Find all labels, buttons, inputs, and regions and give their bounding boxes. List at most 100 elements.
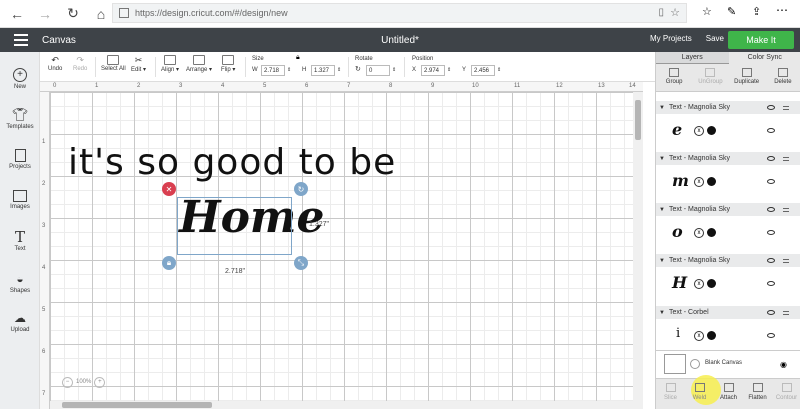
sidebar-item-text[interactable]: T Text — [0, 230, 40, 253]
visibility-eye-icon[interactable] — [767, 207, 775, 212]
forward-icon[interactable]: → — [34, 3, 56, 25]
rotate-field[interactable]: 0 — [366, 65, 390, 76]
color-swatch-icon — [707, 279, 716, 288]
layer-group-header[interactable]: ▼ Text - Corbel — [656, 306, 800, 319]
layer-options-icon[interactable] — [783, 208, 789, 212]
refresh-icon[interactable]: ↻ — [62, 3, 84, 25]
flatten-button[interactable]: Flatten — [743, 379, 772, 409]
weld-button[interactable]: Weld — [685, 375, 721, 409]
canvas-color-swatch[interactable] — [664, 354, 686, 374]
attach-button[interactable]: Attach — [714, 379, 743, 409]
delete-handle-icon[interactable]: ✕ — [162, 182, 176, 196]
canvas-color-ring-icon[interactable] — [690, 359, 700, 369]
layer-row[interactable]: i x — [656, 320, 800, 350]
x-stepper-icon[interactable]: ⇕ — [447, 67, 451, 73]
flip-menu-button[interactable]: Flip ▾ — [221, 55, 235, 73]
design-canvas[interactable]: 0 1 2 3 4 5 6 7 8 9 10 11 12 13 14 1 2 3… — [40, 82, 643, 409]
visibility-eye-icon[interactable] — [767, 128, 775, 133]
reading-view-icon[interactable]: ▯ — [658, 7, 664, 18]
layer-row[interactable]: H x — [656, 268, 800, 298]
save-link[interactable]: Save — [706, 34, 724, 43]
canvas-grid[interactable] — [50, 92, 643, 409]
layer-group-header[interactable]: ▼ Text - Magnolia Sky — [656, 101, 800, 114]
layer-row[interactable]: o x — [656, 217, 800, 247]
sidebar-item-images[interactable]: Images — [0, 190, 40, 210]
height-stepper-icon[interactable]: ⇕ — [337, 67, 341, 73]
menu-hamburger-icon[interactable] — [14, 34, 34, 46]
layer-options-icon[interactable] — [783, 157, 789, 161]
notes-pen-icon[interactable]: ✎ — [727, 5, 736, 18]
layer-options-icon[interactable] — [783, 106, 789, 110]
layer-group-header[interactable]: ▼ Text - Magnolia Sky — [656, 152, 800, 165]
back-icon[interactable]: ← — [6, 3, 28, 25]
visibility-eye-icon[interactable] — [767, 179, 775, 184]
address-bar[interactable]: https://design.cricut.com/#/design/new ▯… — [112, 3, 687, 23]
my-projects-link[interactable]: My Projects — [650, 34, 692, 43]
select-all-button[interactable]: Select All — [101, 55, 126, 72]
layer-options-icon[interactable] — [783, 259, 789, 263]
rotate-handle-icon[interactable]: ↻ — [294, 182, 308, 196]
width-stepper-icon[interactable]: ⇕ — [287, 67, 291, 73]
visibility-eye-icon[interactable] — [767, 230, 775, 235]
tab-layers[interactable]: Layers — [656, 52, 729, 64]
height-field[interactable]: 1.327 — [311, 65, 335, 76]
width-field[interactable]: 2.718 — [261, 65, 285, 76]
layer-actions: Group UnGroup Duplicate Delete — [656, 64, 800, 92]
make-it-button[interactable]: Make It — [728, 31, 794, 49]
blank-canvas-row[interactable]: Blank Canvas ◉ — [656, 350, 800, 378]
home-icon[interactable]: ⌂ — [90, 3, 112, 25]
zoom-out-icon[interactable]: − — [62, 376, 73, 388]
slice-button[interactable]: Slice — [656, 379, 685, 409]
visibility-eye-icon[interactable] — [767, 105, 775, 110]
y-position-field[interactable]: 2.456 — [471, 65, 495, 76]
layer-row[interactable]: e x — [656, 115, 800, 145]
canvas-text-line[interactable]: it's so good to be — [68, 142, 396, 183]
visibility-eye-icon[interactable] — [767, 281, 775, 286]
group-button[interactable]: Group — [656, 64, 692, 91]
layer-glyph: i — [676, 326, 681, 341]
plus-circle-icon: + — [13, 68, 27, 82]
align-menu-button[interactable]: Align ▾ — [161, 55, 179, 73]
layer-options-icon[interactable] — [783, 311, 789, 315]
vertical-scrollbar[interactable] — [633, 92, 643, 409]
sidebar-item-new[interactable]: + New — [0, 68, 40, 90]
redo-button[interactable]: ↷ Redo — [73, 55, 87, 72]
visibility-eye-icon[interactable] — [767, 156, 775, 161]
layer-group-header[interactable]: ▼ Text - Magnolia Sky — [656, 203, 800, 216]
y-stepper-icon[interactable]: ⇕ — [497, 67, 501, 73]
more-icon[interactable]: ⋯ — [776, 3, 788, 17]
shapes-icon: ◒ — [16, 272, 24, 286]
ruler-vertical: 1 2 3 4 5 6 7 — [40, 92, 50, 409]
sidebar-item-shapes[interactable]: ◒ Shapes — [0, 272, 40, 294]
rotate-stepper-icon[interactable]: ⇕ — [392, 67, 396, 73]
arrange-menu-button[interactable]: Arrange ▾ — [186, 55, 212, 73]
ungroup-button[interactable]: UnGroup — [692, 64, 728, 91]
visibility-eye-icon[interactable] — [767, 333, 775, 338]
sidebar-item-upload[interactable]: ☁ Upload — [0, 311, 40, 333]
tab-color-sync[interactable]: Color Sync — [728, 52, 800, 64]
duplicate-button[interactable]: Duplicate — [729, 64, 765, 91]
flatten-icon — [752, 383, 763, 392]
visibility-eye-icon[interactable] — [767, 258, 775, 263]
visibility-eye-icon[interactable] — [767, 310, 775, 315]
edit-menu-button[interactable]: ✂ Edit ▾ — [131, 55, 146, 73]
hidden-eye-icon[interactable]: ◉ — [780, 360, 787, 369]
horizontal-scrollbar[interactable] — [50, 401, 633, 409]
size-label: Size — [252, 56, 264, 62]
layer-row[interactable]: m x — [656, 166, 800, 196]
lock-proportions-icon[interactable]: 🔒︎ — [296, 54, 300, 62]
undo-button[interactable]: ↶ Undo — [48, 55, 62, 72]
sidebar-item-projects[interactable]: Projects — [0, 149, 40, 170]
x-position-field[interactable]: 2.974 — [421, 65, 445, 76]
resize-handle-icon[interactable]: ⤡ — [294, 256, 308, 270]
favorites-icon[interactable]: ☆ — [702, 5, 712, 18]
contour-button[interactable]: Contour — [772, 379, 800, 409]
lock-handle-icon[interactable]: 🔒︎ — [162, 256, 176, 270]
layer-group-header[interactable]: ▼ Text - Magnolia Sky — [656, 254, 800, 267]
share-icon[interactable]: ⇪ — [752, 5, 761, 18]
favorite-star-icon[interactable]: ☆ — [670, 6, 680, 19]
zoom-in-icon[interactable]: + — [94, 376, 106, 388]
selection-box[interactable] — [177, 197, 292, 255]
sidebar-item-templates[interactable]: 👕︎ Templates — [0, 108, 40, 131]
delete-button[interactable]: Delete — [765, 64, 800, 91]
